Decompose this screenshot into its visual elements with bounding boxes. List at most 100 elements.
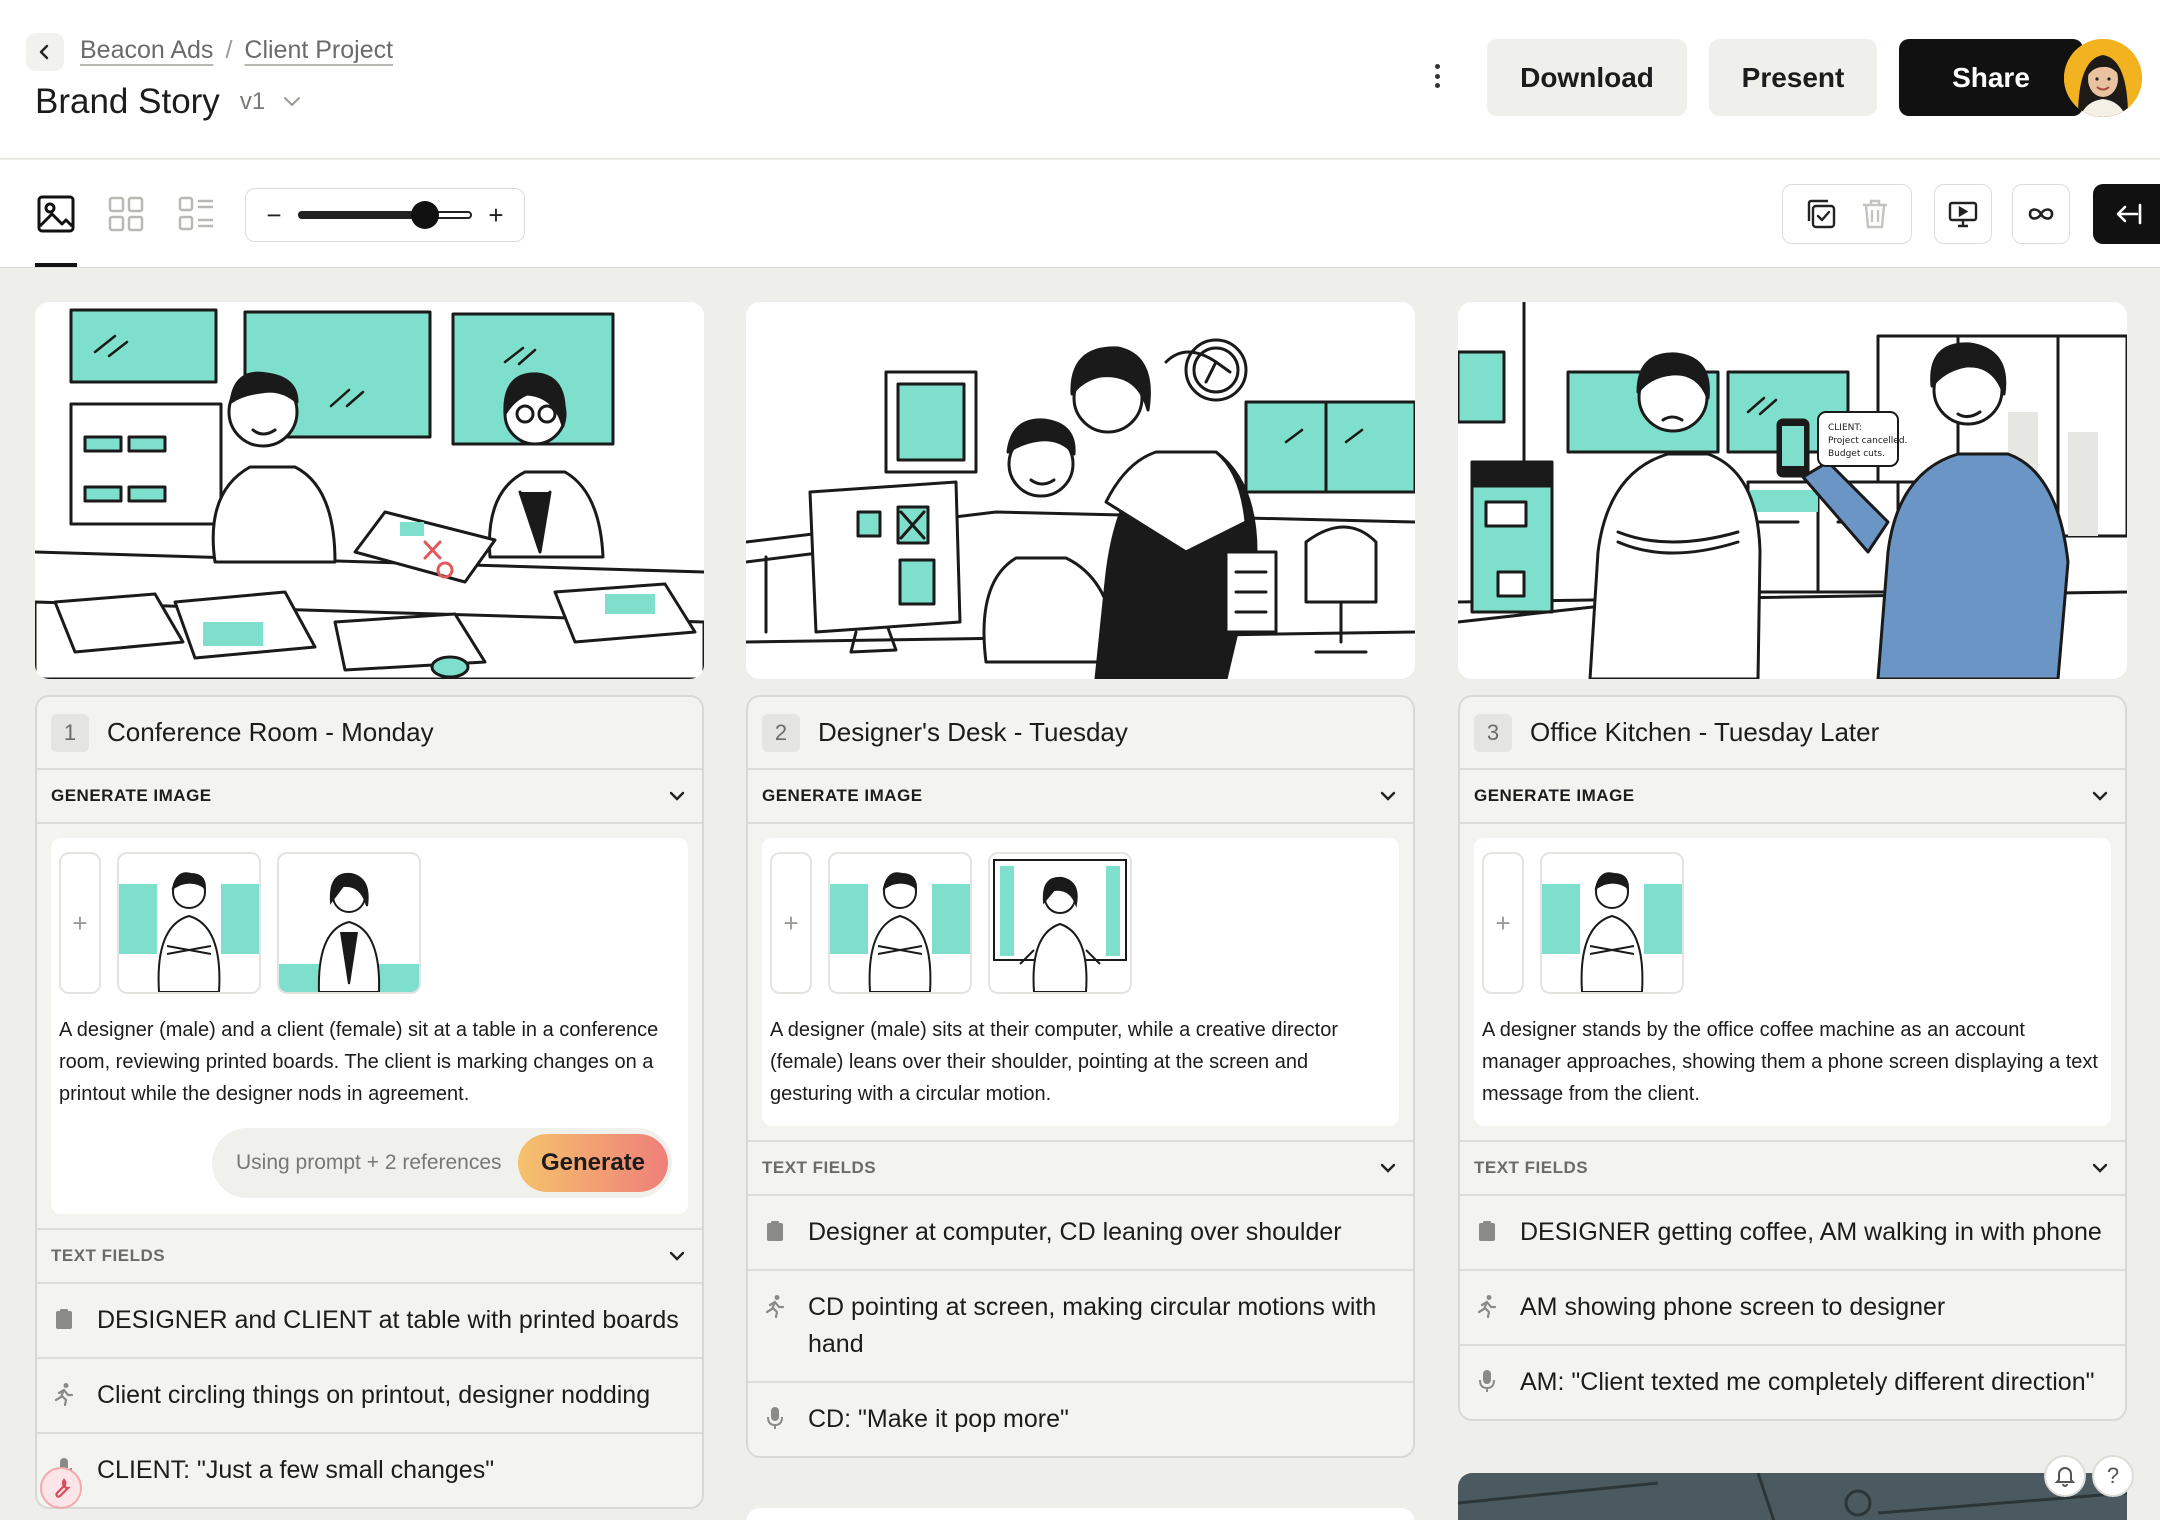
avatar[interactable] xyxy=(2064,39,2142,117)
version-label: v1 xyxy=(239,88,266,115)
add-reference-button[interactable]: + xyxy=(770,852,812,994)
help-button[interactable]: ? xyxy=(2092,1455,2134,1497)
bell-icon xyxy=(2055,1467,2075,1487)
version-selector[interactable]: v1 xyxy=(240,88,301,116)
text-fields-toggle[interactable]: TEXT FIELDS xyxy=(1460,1142,2125,1196)
active-view-indicator xyxy=(35,263,77,267)
notifications-button[interactable] xyxy=(2044,1455,2086,1497)
reference-thumbnail[interactable] xyxy=(277,852,421,994)
scene-image-3[interactable]: CLIENT: Project cancelled. Budget cuts. xyxy=(1458,302,2127,679)
text-field-action[interactable]: CD pointing at screen, making circular m… xyxy=(748,1271,1413,1383)
generate-image-toggle[interactable]: GENERATE IMAGE xyxy=(748,770,1413,824)
generate-image-toggle[interactable]: GENERATE IMAGE xyxy=(1460,770,2125,824)
add-reference-button[interactable]: + xyxy=(1482,852,1524,994)
back-button[interactable] xyxy=(26,33,64,71)
text-fields-toggle[interactable]: TEXT FIELDS xyxy=(37,1230,702,1284)
scene-number: 3 xyxy=(1474,713,1512,752)
scene-image-1[interactable] xyxy=(35,302,704,679)
app-header: Beacon Ads / Client Project Brand Story … xyxy=(0,0,2160,159)
generate-image-toggle[interactable]: GENERATE IMAGE xyxy=(37,770,702,824)
zoom-control: − + xyxy=(245,188,525,242)
text-field-action[interactable]: Client circling things on printout, desi… xyxy=(37,1359,702,1434)
text-field-value: DESIGNER getting coffee, AM walking in w… xyxy=(1520,1218,2102,1246)
chevron-down-icon xyxy=(666,785,688,807)
clipboard-icon xyxy=(762,1214,788,1248)
scene-details-3: 3 Office Kitchen - Tuesday Later GENERAT… xyxy=(1458,695,2127,1421)
reference-thumbnail[interactable] xyxy=(828,852,972,994)
text-field-action[interactable]: AM showing phone screen to designer xyxy=(1460,1271,2125,1346)
reference-thumbnail[interactable] xyxy=(988,852,1132,994)
clipboard-icon xyxy=(51,1302,77,1336)
image-prompt[interactable]: A designer (male) sits at their computer… xyxy=(770,1014,1391,1110)
present-button[interactable]: Present xyxy=(1709,39,1877,116)
list-view-icon[interactable] xyxy=(174,192,218,236)
arrow-left-bar-icon xyxy=(2116,203,2142,225)
zoom-in-button[interactable]: + xyxy=(486,200,506,231)
text-field-value: CD: "Make it pop more" xyxy=(808,1405,1069,1433)
scene-header: 2 Designer's Desk - Tuesday xyxy=(748,697,1413,770)
section-label: TEXT FIELDS xyxy=(51,1246,166,1265)
generate-button[interactable]: Generate xyxy=(518,1134,668,1192)
collapse-panel-button[interactable] xyxy=(2093,184,2160,244)
generate-image-panel: + A designer (male) sits at their comput… xyxy=(748,824,1413,1142)
action-icon xyxy=(51,1377,77,1411)
zoom-out-button[interactable]: − xyxy=(264,200,284,231)
chevron-down-icon xyxy=(2089,785,2111,807)
text-field-value: CLIENT: "Just a few small changes" xyxy=(97,1456,495,1484)
select-all-icon[interactable] xyxy=(1804,197,1838,231)
toolbar: − + xyxy=(0,160,2160,268)
section-label: GENERATE IMAGE xyxy=(762,786,923,805)
scene-title[interactable]: Conference Room - Monday xyxy=(107,717,434,748)
scene-title[interactable]: Office Kitchen - Tuesday Later xyxy=(1530,717,1879,748)
presentation-icon xyxy=(1948,201,1978,228)
reference-thumbnail[interactable] xyxy=(1540,852,1684,994)
reference-list: + xyxy=(770,852,1391,994)
scene-header: 1 Conference Room - Monday xyxy=(37,697,702,770)
scene-image-2[interactable] xyxy=(746,302,1415,679)
share-button[interactable]: Share xyxy=(1899,39,2083,116)
text-field-dialogue[interactable]: AM: "Client texted me completely differe… xyxy=(1460,1346,2125,1419)
text-field-scene[interactable]: DESIGNER getting coffee, AM walking in w… xyxy=(1460,1196,2125,1271)
chevron-down-icon xyxy=(666,1245,688,1267)
scene-details-1: 1 Conference Room - Monday GENERATE IMAG… xyxy=(35,695,704,1509)
text-fields-toggle[interactable]: TEXT FIELDS xyxy=(748,1142,1413,1196)
breadcrumb-project[interactable]: Client Project xyxy=(244,36,393,65)
download-button[interactable]: Download xyxy=(1487,39,1687,116)
text-field-value: Client circling things on printout, desi… xyxy=(97,1381,651,1409)
scene-number: 2 xyxy=(762,713,800,752)
chevron-left-icon xyxy=(39,44,49,60)
zoom-slider[interactable] xyxy=(298,201,472,229)
image-prompt[interactable]: A designer (male) and a client (female) … xyxy=(59,1014,680,1110)
text-field-value: Designer at computer, CD leaning over sh… xyxy=(808,1218,1342,1246)
text-field-value: AM showing phone screen to designer xyxy=(1520,1293,1946,1321)
text-field-dialogue[interactable]: CLIENT: "Just a few small changes" xyxy=(37,1434,702,1507)
slideshow-button[interactable] xyxy=(1934,184,1992,244)
loop-button[interactable] xyxy=(2012,184,2070,244)
page-title: Brand Story xyxy=(35,82,220,121)
section-label: GENERATE IMAGE xyxy=(1474,786,1635,805)
section-label: GENERATE IMAGE xyxy=(51,786,212,805)
scene-card-5-preview[interactable] xyxy=(746,1508,1415,1520)
wrench-icon[interactable] xyxy=(40,1467,82,1509)
image-view-icon[interactable] xyxy=(34,192,78,236)
text-field-scene[interactable]: Designer at computer, CD leaning over sh… xyxy=(748,1196,1413,1271)
image-prompt[interactable]: A designer stands by the office coffee m… xyxy=(1482,1014,2103,1110)
text-field-scene[interactable]: DESIGNER and CLIENT at table with printe… xyxy=(37,1284,702,1359)
more-options-icon[interactable] xyxy=(1422,60,1452,92)
add-reference-button[interactable]: + xyxy=(59,852,101,994)
text-field-dialogue[interactable]: CD: "Make it pop more" xyxy=(748,1383,1413,1456)
mic-icon xyxy=(762,1401,788,1435)
grid-view-icon[interactable] xyxy=(104,192,148,236)
delete-icon[interactable] xyxy=(1860,198,1890,230)
action-icon xyxy=(1474,1289,1500,1323)
zoom-slider-handle[interactable] xyxy=(411,201,440,229)
breadcrumb-workspace[interactable]: Beacon Ads xyxy=(80,36,213,65)
phone-bubble-line-1: CLIENT: xyxy=(1828,423,1862,433)
scene-title[interactable]: Designer's Desk - Tuesday xyxy=(818,717,1128,748)
clipboard-icon xyxy=(1474,1214,1500,1248)
scene-card-6-preview[interactable] xyxy=(1458,1473,2127,1520)
text-field-value: AM: "Client texted me completely differe… xyxy=(1520,1368,2095,1396)
scene-header: 3 Office Kitchen - Tuesday Later xyxy=(1460,697,2125,770)
infinity-icon xyxy=(2028,208,2054,220)
reference-thumbnail[interactable] xyxy=(117,852,261,994)
